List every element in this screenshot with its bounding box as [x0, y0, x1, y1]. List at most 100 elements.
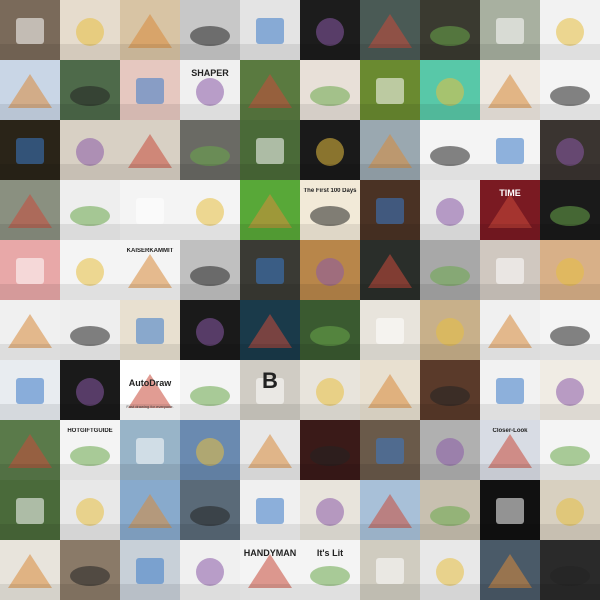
tile-wood-chair[interactable]: [60, 0, 120, 60]
tile-round-table[interactable]: [480, 240, 540, 300]
tile-dome[interactable]: [0, 420, 60, 480]
tile-clock-shelf[interactable]: [540, 300, 600, 360]
tile-dark-cabinet[interactable]: [300, 420, 360, 480]
tile-handyman[interactable]: HANDYMAN: [240, 540, 300, 600]
tile-pineapple[interactable]: [300, 360, 360, 420]
tile-light-bulbs[interactable]: [60, 120, 120, 180]
tile-blue-car[interactable]: [0, 480, 60, 540]
tile-colored-figures[interactable]: [420, 540, 480, 600]
tile-speaker-hand[interactable]: [180, 0, 240, 60]
tile-orange-tent[interactable]: [180, 120, 240, 180]
tile-robot-desk[interactable]: [0, 0, 60, 60]
tile-leggings[interactable]: [60, 480, 120, 540]
tile-shelves[interactable]: [300, 60, 360, 120]
tile-teal-frame[interactable]: [420, 60, 480, 120]
tile-planes[interactable]: [360, 480, 420, 540]
tile-red-truck[interactable]: [120, 480, 180, 540]
tile-pattern[interactable]: [480, 540, 540, 600]
tile-two-people[interactable]: [180, 540, 240, 600]
tile-wood-hinge[interactable]: [120, 300, 180, 360]
tile-robot-arm[interactable]: [60, 240, 120, 300]
tile-leather-bag[interactable]: [360, 180, 420, 240]
tile-red-printer[interactable]: [420, 360, 480, 420]
tile-black-car[interactable]: [240, 480, 300, 540]
tile-landscape[interactable]: [60, 60, 120, 120]
tile-pour-cups[interactable]: [480, 300, 540, 360]
tile-treehouse[interactable]: [240, 60, 300, 120]
tile-aerial-city[interactable]: [360, 120, 420, 180]
tile-green-house[interactable]: [240, 120, 300, 180]
tile-garden[interactable]: [360, 60, 420, 120]
tile-origami-birds[interactable]: [540, 240, 600, 300]
tile-string-art[interactable]: [60, 360, 120, 420]
tile-green-box-2[interactable]: [300, 300, 360, 360]
tile-blue-vase[interactable]: [540, 540, 600, 600]
tile-blue-swirl[interactable]: [540, 180, 600, 240]
tile-lit-book[interactable]: It's Lit: [300, 540, 360, 600]
tile-dark-tray[interactable]: [300, 120, 360, 180]
tile-wood-floor[interactable]: [120, 0, 180, 60]
tile-dark-doorway[interactable]: [480, 480, 540, 540]
tile-lego-box[interactable]: [120, 180, 180, 240]
tile-ice-cream[interactable]: [540, 120, 600, 180]
tile-green-poster[interactable]: [240, 180, 300, 240]
tile-light-room[interactable]: [360, 360, 420, 420]
tile-chair-person[interactable]: [420, 180, 480, 240]
tile-cards[interactable]: [360, 300, 420, 360]
tile-green-box[interactable]: [540, 60, 600, 120]
tile-boots[interactable]: [180, 480, 240, 540]
tile-blue-figure[interactable]: [240, 300, 300, 360]
tile-red-toaster[interactable]: [540, 0, 600, 60]
tile-spiral-tool[interactable]: [60, 300, 120, 360]
tile-retro-mac[interactable]: [540, 480, 600, 540]
tile-gold-jewel[interactable]: [0, 120, 60, 180]
tile-first-100-days[interactable]: The First 100 Days: [300, 180, 360, 240]
tile-gift-guide[interactable]: HOTGIFTGUIDE: [60, 420, 120, 480]
tile-lingerie[interactable]: [120, 60, 180, 120]
tile-jeep[interactable]: [360, 540, 420, 600]
tile-puzzle-machine[interactable]: [420, 240, 480, 300]
tile-gear-clock[interactable]: [300, 0, 360, 60]
tile-ruler-wood[interactable]: [420, 300, 480, 360]
tile-dark-room[interactable]: [420, 0, 480, 60]
tile-golden-cave[interactable]: [300, 240, 360, 300]
tile-hand-device[interactable]: [480, 60, 540, 120]
tile-stone-room[interactable]: [60, 540, 120, 600]
tile-monitor-hand[interactable]: [60, 180, 120, 240]
tile-bridge[interactable]: [120, 420, 180, 480]
tile-gramophone[interactable]: [540, 360, 600, 420]
tile-white-chair[interactable]: [0, 540, 60, 600]
tile-guns[interactable]: [180, 360, 240, 420]
tile-autodraw[interactable]: AutoDraw Fast drawing for everyone.: [120, 360, 180, 420]
tile-white-blob[interactable]: [180, 240, 240, 300]
tile-green-lantern[interactable]: [360, 240, 420, 300]
tile-sneaker[interactable]: [120, 120, 180, 180]
tile-black-device[interactable]: [240, 0, 300, 60]
tile-elephant[interactable]: [420, 480, 480, 540]
tile-espresso-machine[interactable]: SHAPER: [180, 60, 240, 120]
tile-carrots[interactable]: [300, 480, 360, 540]
tile-headline[interactable]: Closer-Look: [480, 420, 540, 480]
tile-silver-car[interactable]: [420, 420, 480, 480]
tile-b-sign[interactable]: B: [240, 360, 300, 420]
tile-green-gadget[interactable]: [360, 0, 420, 60]
tile-cabin[interactable]: [480, 0, 540, 60]
tile-man-laptop[interactable]: [240, 240, 300, 300]
tile-red-cylinder[interactable]: [480, 360, 540, 420]
tile-ping-pong[interactable]: [360, 420, 420, 480]
tile-yellow-vase[interactable]: [180, 180, 240, 240]
tile-modern-house[interactable]: [0, 180, 60, 240]
tile-kaiserkammit[interactable]: KAISERKAMMIT: [120, 240, 180, 300]
tile-white-box[interactable]: [120, 540, 180, 600]
tile-greenhouse[interactable]: [240, 420, 300, 480]
tile-car-grid[interactable]: [480, 120, 540, 180]
tile-time-cover[interactable]: TIME: [480, 180, 540, 240]
tile-blue-shirt[interactable]: [0, 360, 60, 420]
tile-moose[interactable]: [540, 420, 600, 480]
tile-fire-pit[interactable]: [180, 300, 240, 360]
tile-eye[interactable]: [0, 60, 60, 120]
tile-snow-cabin[interactable]: [180, 420, 240, 480]
tile-white-frame[interactable]: [0, 300, 60, 360]
tile-pink-wall[interactable]: [0, 240, 60, 300]
tile-icon-chart[interactable]: [420, 120, 480, 180]
